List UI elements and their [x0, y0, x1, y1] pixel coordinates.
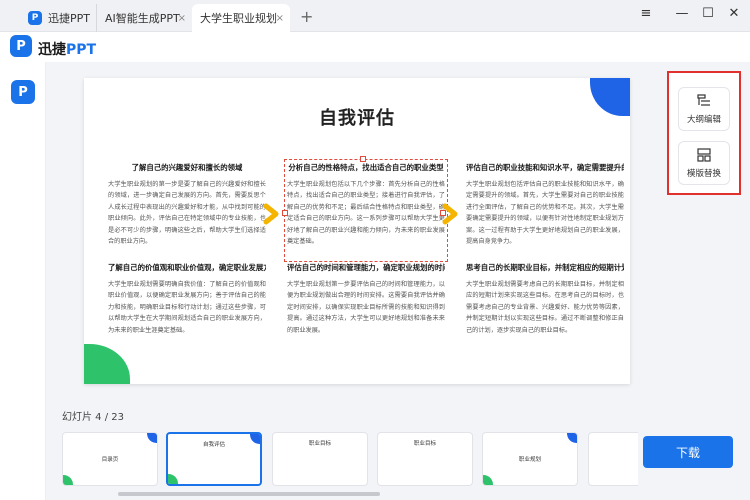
thumb-title: 职业目标 [413, 441, 436, 447]
tab-xunjie-ppt[interactable]: P 迅捷PPT [20, 4, 108, 32]
brand-name: 迅捷PPT [38, 39, 96, 59]
tab-career-plan[interactable]: 大学生职业规划 × [192, 4, 290, 32]
content-block-goals[interactable]: 思考自己的长期职业目标，并制定相应的短期计划来实现这些目标 大学生职业规划需要考… [466, 262, 624, 359]
slide-thumbnail[interactable]: 职业规划 [482, 432, 578, 486]
block-heading: 评估自己的时间和管理能力，确定职业规划的时间安排 [287, 263, 445, 272]
close-icon[interactable]: × [178, 13, 186, 24]
filmstrip-scrollbar[interactable] [118, 492, 380, 496]
block-body: 大学生职业规划包括以下几个步骤：首先分析自己的性格特点，找出适合自己的职业类型；… [287, 181, 445, 246]
template-replace-button[interactable]: 模版替换 [678, 141, 730, 185]
content-block-interests[interactable]: 了解自己的兴趣爱好和擅长的领域 大学生职业规划的第一步是要了解自己的兴趣爱好和擅… [108, 162, 266, 259]
tab-label: 大学生职业规划 [200, 12, 277, 25]
close-window-icon[interactable]: ✕ [724, 6, 744, 21]
block-body: 大学生职业规划包括评估自己的职业技能和知识水平，确定需要提升的领域。首先，大学生… [466, 181, 624, 246]
thumb-title: 目录页 [101, 457, 119, 463]
content-block-personality[interactable]: 分析自己的性格特点，找出适合自己的职业类型 大学生职业规划包括以下几个步骤：首先… [284, 159, 448, 262]
minimize-icon[interactable]: — [672, 6, 692, 21]
slide-thumbnail-active[interactable]: 自我评估 [166, 432, 262, 486]
tab-ai-generate[interactable]: AI智能生成PPT × [96, 4, 192, 32]
add-tab-icon[interactable]: + [300, 7, 313, 26]
close-icon[interactable]: × [276, 13, 284, 24]
slide-thumbnail[interactable]: 职业目标 [377, 432, 473, 486]
resize-handle-top[interactable] [360, 156, 366, 162]
menu-icon[interactable]: ≡ [636, 6, 656, 21]
tools-panel: 大纲编辑 模版替换 [667, 71, 741, 195]
outline-edit-label: 大纲编辑 [686, 115, 721, 125]
brand-name-main: 迅捷 [38, 42, 66, 58]
block-heading: 评估自己的职业技能和知识水平，确定需要提升的领域 [466, 163, 624, 172]
thumb-decor [483, 475, 493, 485]
slide-canvas[interactable]: 自我评估 了解自己的兴趣爱好和擅长的领域 大学生职业规划的第一步是要了解自己的兴… [84, 78, 630, 384]
thumb-title: 自我评估 [202, 442, 225, 448]
slide-title[interactable]: 自我评估 [84, 104, 630, 130]
chevron-right-icon [442, 203, 458, 225]
block-heading: 了解自己的价值观和职业价值观，确定职业发展方向 [108, 263, 266, 272]
chevron-right-icon [263, 203, 279, 225]
thumb-decor [168, 474, 178, 484]
slide-counter: 幻灯片 4 / 23 [62, 412, 124, 423]
slide-filmstrip: 目录页 自我评估 职业目标 职业目标 职业规划 [58, 430, 638, 490]
tab-label: AI智能生成PPT [105, 12, 180, 25]
block-heading: 分析自己的性格特点，找出适合自己的职业类型 [288, 163, 444, 172]
app-header: P 迅捷PPT [0, 32, 750, 62]
template-replace-label: 模版替换 [686, 169, 721, 179]
content-block-values[interactable]: 了解自己的价值观和职业价值观，确定职业发展方向 大学生职业规划需要明确自我价值：… [108, 262, 266, 359]
title-bar: P 迅捷PPT AI智能生成PPT × 大学生职业规划 × + ≡ — ☐ ✕ [0, 0, 750, 32]
content-block-time[interactable]: 评估自己的时间和管理能力，确定职业规划的时间安排 大学生职业规划第一步要评估自己… [287, 262, 445, 359]
slide-thumbnail[interactable] [588, 432, 638, 486]
brand-logo-icon: P [10, 35, 32, 57]
block-heading: 了解自己的兴趣爱好和擅长的领域 [131, 163, 243, 172]
outline-edit-button[interactable]: 大纲编辑 [678, 87, 730, 131]
template-icon [697, 148, 711, 162]
thumb-title: 职业目标 [308, 441, 331, 447]
ppt-nav-icon[interactable]: P [11, 80, 35, 104]
block-body: 大学生职业规划需要考虑自己的长期职业目标，并制定相应的短期计划来实现这些目标。在… [466, 281, 624, 334]
download-button[interactable]: 下载 [643, 436, 733, 468]
outline-icon [697, 94, 710, 106]
block-heading: 思考自己的长期职业目标，并制定相应的短期计划来实现这些目标 [466, 263, 624, 272]
app-logo-icon: P [28, 11, 42, 25]
thumb-decor [567, 433, 577, 443]
thumb-title: 职业规划 [518, 457, 541, 463]
left-rail: P [0, 62, 46, 500]
maximize-icon[interactable]: ☐ [698, 6, 718, 21]
content-block-skills[interactable]: 评估自己的职业技能和知识水平，确定需要提升的领域 大学生职业规划包括评估自己的职… [466, 162, 624, 259]
slide-thumbnail[interactable]: 目录页 [62, 432, 158, 486]
thumb-decor [63, 475, 73, 485]
block-body: 大学生职业规划第一步要评估自己的时间和管理能力，以便为职业规划做出合理的时间安排… [287, 281, 445, 334]
brand-name-suffix: PPT [66, 42, 97, 58]
block-body: 大学生职业规划的第一步是要了解自己的兴趣爱好和擅长的领域，进一步确定自己发展的方… [108, 181, 266, 246]
tab-label: 迅捷PPT [48, 12, 90, 25]
slide-thumbnail[interactable]: 职业目标 [272, 432, 368, 486]
thumb-decor [147, 433, 157, 443]
block-body: 大学生职业规划需要明确自我价值：了解自己的价值观和职业价值观，以便确定职业发展方… [108, 281, 266, 334]
